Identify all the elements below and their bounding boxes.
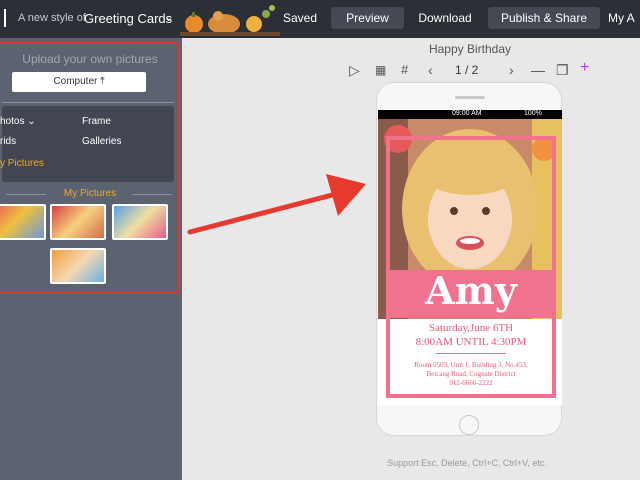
source-photos[interactable]: hotos ⌄ — [0, 116, 36, 127]
sidebar: Upload your own pictures Computer ⤒ hoto… — [0, 38, 182, 480]
saved-status: Saved — [282, 11, 318, 25]
shortcut-hint: Support Esc, Delete, Ctrl+C, Ctrl+V, etc… — [387, 458, 547, 468]
phone-speaker — [455, 96, 485, 99]
card-frame — [386, 136, 556, 398]
chevron-down-icon: ⌄ — [27, 116, 36, 127]
source-menu: hotos ⌄ Frame rids Galleries y Pictures — [0, 106, 174, 182]
computer-upload-label: Computer — [53, 76, 98, 87]
source-photos-label: hotos — [0, 116, 25, 127]
canvas-title: Happy Birthday — [428, 42, 512, 56]
card-address-line[interactable]: Room 0503, Unit 1, Building 3, No.453, — [386, 361, 556, 369]
photo-thumbnail[interactable] — [50, 248, 106, 284]
style-label: A new style of — [18, 12, 86, 24]
preview-button[interactable]: Preview — [331, 7, 404, 29]
thanksgiving-decoration-icon — [180, 5, 280, 36]
source-grids[interactable]: rids — [0, 136, 16, 147]
minus-icon[interactable]: — — [531, 62, 545, 78]
chevron-down-icon[interactable]: ⌄ — [164, 11, 173, 24]
upload-panel: Upload your own pictures Computer ⤒ hoto… — [0, 42, 180, 294]
duplicate-icon[interactable]: ❐ — [556, 62, 569, 79]
grid-icon[interactable]: # — [401, 62, 408, 77]
annotation-arrow — [187, 174, 366, 235]
chevron-left-icon[interactable]: ‹ — [428, 62, 433, 78]
account-menu[interactable]: My A — [608, 7, 640, 29]
status-time: 09:00 AM — [452, 110, 482, 117]
card-name[interactable]: Amy — [386, 268, 556, 313]
publish-share-button[interactable]: Publish & Share — [488, 7, 600, 29]
photo-thumbnail[interactable] — [0, 204, 46, 240]
download-button[interactable]: Download — [410, 7, 480, 29]
phone-home-button — [459, 415, 479, 435]
card-phone[interactable]: 012-6666-2222 — [386, 379, 556, 387]
card-address-line[interactable]: Beicang Road, Cognate District — [386, 370, 556, 378]
page-indicator: 1 / 2 — [455, 63, 479, 77]
status-battery: 100% — [524, 110, 542, 117]
upload-icon: ⤒ — [100, 76, 105, 87]
top-toolbar: A new style of Greeting Cards ⌄ Saved Pr… — [0, 0, 640, 38]
card-hours[interactable]: 8:00AM UNTIL 4:30PM — [386, 336, 556, 348]
computer-upload-button[interactable]: Computer ⤒ — [12, 72, 146, 92]
play-icon[interactable]: ▷ — [349, 62, 360, 79]
divider — [2, 102, 174, 103]
upload-title: Upload your own pictures — [22, 52, 158, 66]
card-date[interactable]: Saturday,June 6TH — [386, 322, 556, 334]
status-bar: 09:00 AM 100% — [378, 110, 562, 119]
divider — [436, 353, 506, 354]
source-frame[interactable]: Frame — [82, 116, 111, 127]
source-galleries[interactable]: Galleries — [82, 136, 121, 147]
photo-thumbnail[interactable] — [50, 204, 106, 240]
grid-view-icon[interactable]: ▦ — [375, 63, 386, 77]
style-dropdown[interactable]: Greeting Cards — [84, 11, 172, 26]
chevron-right-icon[interactable]: › — [509, 62, 514, 78]
photo-thumbnail[interactable] — [112, 204, 168, 240]
add-page-icon[interactable]: + — [580, 59, 589, 77]
divider — [132, 194, 172, 195]
source-my-pictures[interactable]: y Pictures — [0, 158, 44, 169]
separator — [4, 9, 6, 27]
